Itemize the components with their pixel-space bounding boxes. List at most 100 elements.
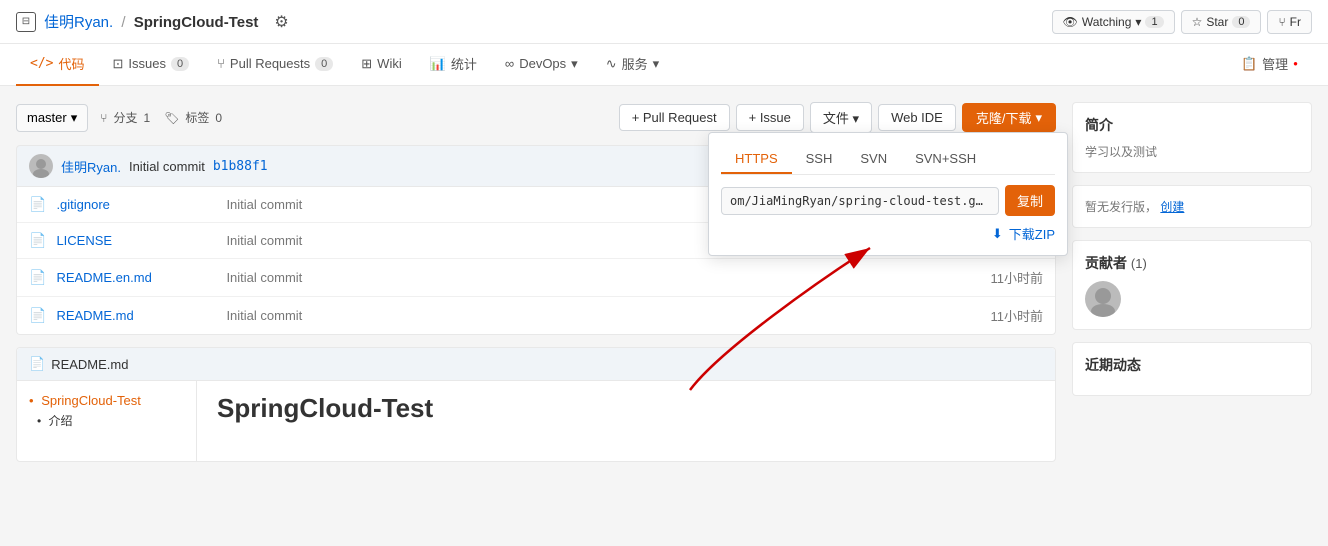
- contributors-count: (1): [1131, 256, 1147, 271]
- file-icon: 📄: [29, 196, 46, 213]
- contributors-title: 贡献者 (1): [1085, 253, 1299, 273]
- top-bar: ⊟ 佳明Ryan. / SpringCloud-Test ⚙ 👁 Watchin…: [0, 0, 1328, 44]
- release-create-link[interactable]: 创建: [1160, 200, 1184, 214]
- readme-main-title: SpringCloud-Test: [217, 393, 1035, 424]
- breadcrumb-sep: /: [121, 14, 125, 31]
- clone-tab-ssh[interactable]: SSH: [792, 145, 847, 174]
- repo-type-icon: ⊟: [16, 12, 36, 32]
- recent-activity-section: 近期动态: [1072, 342, 1312, 396]
- tab-manage[interactable]: 📋 管理 ●: [1227, 44, 1312, 86]
- intro-section: 简介 学习以及测试: [1072, 102, 1312, 173]
- tab-manage-label: 管理: [1262, 54, 1288, 73]
- intro-title: 简介: [1085, 115, 1299, 135]
- clone-url-input[interactable]: [721, 187, 999, 215]
- file-label: 文件: [823, 111, 849, 126]
- clone-url-row: 复制: [721, 185, 1055, 216]
- clone-button[interactable]: 克隆/下载 ▾: [962, 103, 1056, 132]
- services-icon: ∿: [606, 56, 617, 72]
- readme-content: SpringCloud-Test: [197, 381, 1055, 461]
- chevron-down-icon: ▾: [1135, 15, 1141, 29]
- owner-link[interactable]: 佳明Ryan.: [44, 14, 113, 31]
- tags-count: 0: [215, 111, 222, 125]
- readme-file-icon: 📄: [29, 356, 45, 372]
- clone-label: 克隆/下载: [976, 108, 1032, 127]
- pr-badge: 0: [315, 57, 333, 71]
- toc-item[interactable]: • SpringCloud-Test: [29, 393, 184, 408]
- download-zip-label: 下载ZIP: [1009, 224, 1055, 243]
- readme-title: README.md: [51, 357, 128, 372]
- clone-tab-svnssh[interactable]: SVN+SSH: [901, 145, 990, 174]
- manage-badge-dot: ●: [1293, 59, 1298, 68]
- watch-button[interactable]: 👁 Watching ▾ 1: [1052, 10, 1175, 34]
- tab-services-label: 服务: [622, 54, 648, 73]
- clone-dropdown-icon: ▾: [1035, 110, 1042, 126]
- file-commit-msg: Initial commit: [226, 308, 953, 323]
- commit-hash[interactable]: b1b88f1: [213, 159, 268, 174]
- fork-icon: ⑂: [1278, 15, 1285, 29]
- tab-issues[interactable]: ⊡ Issues 0: [99, 44, 204, 86]
- branches-count: 1: [143, 111, 150, 125]
- repo-name-link[interactable]: SpringCloud-Test: [134, 14, 259, 31]
- file-time: 11小时前: [963, 306, 1043, 325]
- file-icon: 📄: [29, 269, 46, 286]
- tab-devops[interactable]: ∞ DevOps ▾: [491, 44, 592, 86]
- tab-pullrequests[interactable]: ⑂ Pull Requests 0: [203, 44, 347, 86]
- file-icon: 📄: [29, 232, 46, 249]
- tab-devops-label: DevOps: [519, 56, 566, 71]
- issue-button[interactable]: + Issue: [736, 104, 804, 131]
- clone-tab-svn[interactable]: SVN: [846, 145, 901, 174]
- star-button[interactable]: ☆ Star 0: [1181, 10, 1262, 34]
- repo-meta: ⑂ 分支 1 🏷 标签 0: [100, 109, 222, 126]
- manage-icon: 📋: [1241, 56, 1257, 72]
- file-row: 📄 README.md Initial commit 11小时前: [17, 297, 1055, 334]
- release-section: 暂无发行版， 创建: [1072, 185, 1312, 228]
- toc-sub-bullet: •: [37, 414, 41, 428]
- file-name[interactable]: README.en.md: [56, 270, 216, 285]
- commit-author[interactable]: 佳明Ryan.: [61, 157, 121, 176]
- branches-label: 分支: [113, 109, 137, 126]
- toc-subitem[interactable]: • 介绍: [37, 412, 184, 429]
- settings-icon[interactable]: ⚙: [274, 12, 288, 32]
- contributor-avatar[interactable]: [1085, 281, 1121, 317]
- repo-actions: 👁 Watching ▾ 1 ☆ Star 0 ⑂ Fr: [1052, 10, 1312, 34]
- webide-button[interactable]: Web IDE: [878, 104, 956, 131]
- clone-tab-https[interactable]: HTTPS: [721, 145, 792, 174]
- recent-activity-title: 近期动态: [1085, 355, 1299, 375]
- contributors-label: 贡献者: [1085, 255, 1127, 271]
- file-name[interactable]: README.md: [56, 308, 216, 323]
- file-button[interactable]: 文件 ▾: [810, 102, 872, 133]
- tab-wiki-label: Wiki: [377, 56, 402, 71]
- file-name[interactable]: LICENSE: [56, 233, 216, 248]
- tab-stats[interactable]: 📊 统计: [416, 44, 491, 86]
- tags-label: 标签: [185, 109, 209, 126]
- fork-button[interactable]: ⑂ Fr: [1267, 10, 1312, 34]
- code-icon: </>: [30, 56, 53, 71]
- tab-services[interactable]: ∿ 服务 ▾: [592, 44, 673, 86]
- readme-section: 📄 README.md • SpringCloud-Test • 介绍: [16, 347, 1056, 462]
- download-zip-button[interactable]: ⬇ 下载ZIP: [721, 224, 1055, 243]
- toolbar-left: master ▾ ⑂ 分支 1 🏷 标签 0: [16, 104, 222, 132]
- main-content: master ▾ ⑂ 分支 1 🏷 标签 0 + Pull Request + …: [0, 86, 1328, 478]
- fork-label: Fr: [1290, 15, 1301, 29]
- right-sidebar: 简介 学习以及测试 暂无发行版， 创建 贡献者 (1) 近期动态: [1072, 102, 1312, 462]
- services-dropdown-icon: ▾: [653, 56, 660, 72]
- tab-wiki[interactable]: ⊞ Wiki: [347, 44, 415, 86]
- tab-issues-label: Issues: [128, 56, 166, 71]
- copy-url-button[interactable]: 复制: [1005, 185, 1055, 216]
- author-avatar: [29, 154, 53, 178]
- repo-info: ⊟ 佳明Ryan. / SpringCloud-Test ⚙: [16, 11, 289, 32]
- release-info: 暂无发行版， 创建: [1085, 198, 1299, 215]
- file-name[interactable]: .gitignore: [56, 197, 216, 212]
- branch-selector[interactable]: master ▾: [16, 104, 88, 132]
- file-row: 📄 README.en.md Initial commit 11小时前: [17, 259, 1055, 297]
- pull-request-button[interactable]: + Pull Request: [619, 104, 730, 131]
- download-icon: ⬇: [992, 226, 1003, 242]
- toc-item-label: SpringCloud-Test: [41, 393, 141, 408]
- tag-icon: 🏷: [164, 111, 179, 125]
- pr-icon: ⑂: [217, 56, 225, 71]
- nav-tabs: </> 代码 ⊡ Issues 0 ⑂ Pull Requests 0 ⊞ Wi…: [0, 44, 1328, 86]
- tab-code[interactable]: </> 代码: [16, 44, 99, 86]
- file-icon: 📄: [29, 307, 46, 324]
- file-dropdown-icon: ▾: [853, 111, 860, 126]
- devops-dropdown-icon: ▾: [571, 56, 578, 72]
